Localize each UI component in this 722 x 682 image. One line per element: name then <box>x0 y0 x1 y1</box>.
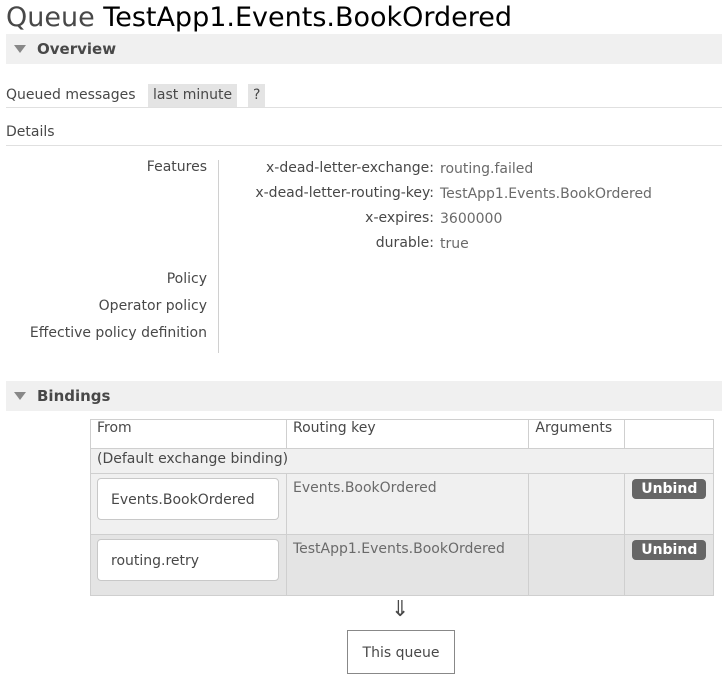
overview-section-label: Overview <box>37 40 117 58</box>
arg-key-expires: x-expires: <box>365 210 434 226</box>
queued-messages-row: Queued messages last minute ? <box>6 84 722 108</box>
policy-label: Policy <box>166 271 207 287</box>
arg-key-dlrk: x-dead-letter-routing-key: <box>255 185 434 201</box>
down-arrow-icon: ⇓ <box>391 597 410 622</box>
effective-policy-label: Effective policy definition <box>29 325 207 341</box>
help-button[interactable]: ? <box>248 84 266 107</box>
routing-key-cell: TestApp1.Events.BookOrdered <box>285 534 530 596</box>
details-vertical-divider <box>218 160 219 353</box>
from-exchange-link[interactable]: routing.retry <box>97 539 279 581</box>
operator-policy-label: Operator policy <box>98 298 207 314</box>
table-row: routing.retry TestApp1.Events.BookOrdere… <box>90 534 714 596</box>
arguments-cell <box>528 534 626 596</box>
features-label: Features <box>146 159 207 175</box>
overview-section-toggle[interactable]: Overview <box>6 34 722 64</box>
arg-key-durable: durable: <box>375 235 434 251</box>
details-label: Details <box>6 124 55 140</box>
from-exchange-link[interactable]: Events.BookOrdered <box>97 478 279 520</box>
bindings-table: From Routing key Arguments (Default exch… <box>90 419 714 596</box>
routing-key-cell: Events.BookOrdered <box>285 473 530 535</box>
arg-value-dlrk: TestApp1.Events.BookOrdered <box>440 186 652 202</box>
this-queue-box: This queue <box>347 630 455 674</box>
arg-key-dlx: x-dead-letter-exchange: <box>265 160 434 176</box>
col-arguments: Arguments <box>528 419 626 449</box>
unbind-button[interactable]: Unbind <box>632 479 707 499</box>
bindings-section-toggle[interactable]: Bindings <box>6 381 722 411</box>
default-binding-row: (Default exchange binding) <box>90 448 714 474</box>
title-prefix: Queue <box>6 2 95 33</box>
arg-value-dlx: routing.failed <box>440 161 534 177</box>
default-binding-label: (Default exchange binding) <box>90 448 714 474</box>
col-actions <box>624 419 714 449</box>
queue-name: TestApp1.Events.BookOrdered <box>103 2 513 33</box>
table-row: Events.BookOrdered Events.BookOrdered Un… <box>90 473 714 535</box>
collapse-triangle-icon <box>14 45 26 53</box>
bindings-header-row: From Routing key Arguments <box>90 419 714 449</box>
arguments-cell <box>528 473 626 535</box>
range-selector[interactable]: last minute <box>148 84 238 107</box>
unbind-button[interactable]: Unbind <box>632 540 707 560</box>
col-routing-key: Routing key <box>285 419 530 449</box>
arg-value-expires: 3600000 <box>440 211 503 227</box>
collapse-triangle-icon <box>14 392 26 400</box>
col-from: From <box>90 419 287 449</box>
details-divider <box>6 145 722 146</box>
queued-messages-label: Queued messages <box>6 87 136 103</box>
arg-value-durable: true <box>440 236 469 252</box>
page-title: Queue TestApp1.Events.BookOrdered <box>6 2 512 34</box>
bindings-section-label: Bindings <box>37 387 111 405</box>
